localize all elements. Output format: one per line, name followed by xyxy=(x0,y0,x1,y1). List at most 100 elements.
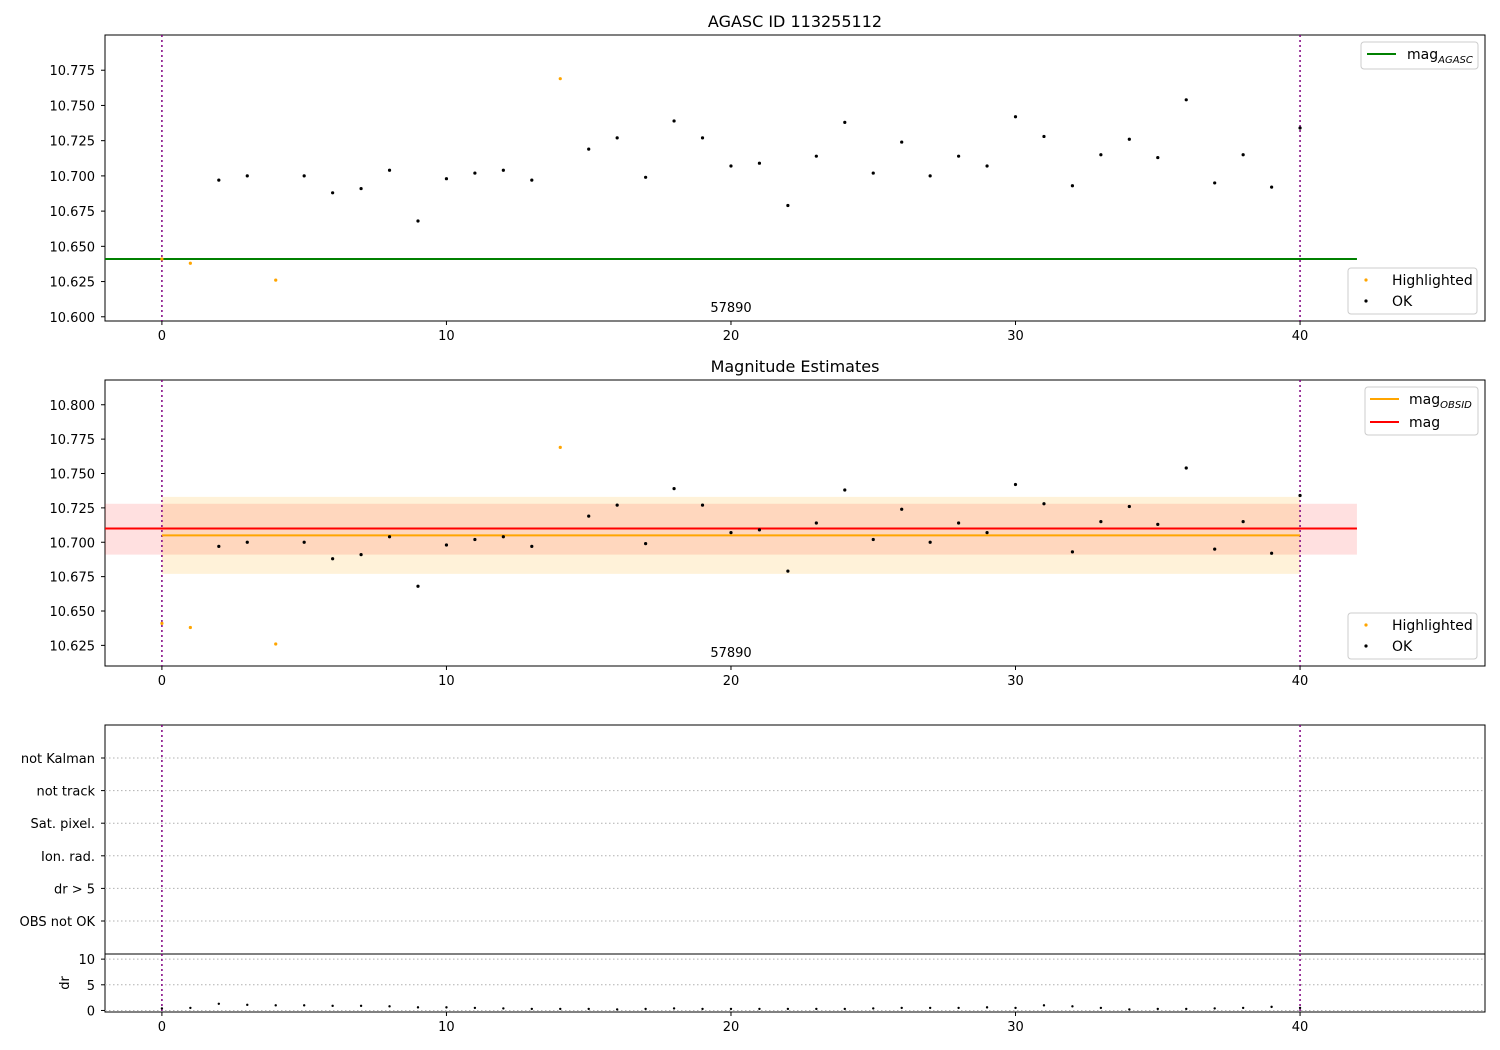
ok-point xyxy=(587,514,591,518)
ok-point xyxy=(644,542,648,546)
dr-point xyxy=(1298,1006,1302,1010)
y-tick-label: 10.675 xyxy=(50,205,96,220)
ok-point xyxy=(928,540,932,544)
ok-point xyxy=(1241,153,1245,157)
ok-point xyxy=(1042,134,1046,139)
ok-point xyxy=(302,540,306,544)
ok-point xyxy=(672,487,676,491)
dr-point xyxy=(1042,1004,1046,1007)
y-tick-label: 10.600 xyxy=(50,311,96,326)
panel-magnitude-estimates: Magnitude Estimates 57890 0 10 20 30 40 10.62… xyxy=(50,357,1486,689)
ok-point xyxy=(530,544,534,548)
legend-label: Highlighted xyxy=(1392,273,1473,289)
dr-point xyxy=(217,1002,221,1005)
highlighted-point xyxy=(188,625,192,630)
ok-point xyxy=(1127,504,1131,509)
dr-point xyxy=(1099,1006,1103,1010)
dr-point xyxy=(530,1007,534,1011)
dr-point xyxy=(1241,1006,1245,1010)
dr-point xyxy=(189,1006,192,1010)
ok-point xyxy=(985,164,989,168)
y-tick-label: 10.775 xyxy=(50,433,96,448)
dr-point xyxy=(587,1007,590,1011)
dr-point xyxy=(615,1008,619,1011)
dr-point xyxy=(331,1004,334,1008)
y-tick-label: 10.725 xyxy=(50,135,96,150)
highlighted-point xyxy=(160,621,164,625)
dr-point xyxy=(729,1007,733,1011)
ok-point xyxy=(900,507,904,511)
dr-point xyxy=(1270,1005,1273,1009)
ok-point xyxy=(729,164,733,168)
ok-point xyxy=(814,521,818,525)
dr-point xyxy=(1213,1007,1216,1010)
x-tick-label: 20 xyxy=(723,674,740,689)
ok-point xyxy=(416,219,420,223)
x-tick-label: 20 xyxy=(723,1020,740,1035)
dr-point xyxy=(843,1007,846,1011)
flag-label: Ion. rad. xyxy=(41,850,95,865)
dr-point xyxy=(388,1005,391,1008)
flag-label: Sat. pixel. xyxy=(31,817,95,832)
ok-point xyxy=(331,557,335,561)
y-tick-label: 10.800 xyxy=(50,399,96,414)
dr-point xyxy=(473,1006,477,1010)
y-tick-label: 0 xyxy=(87,1004,95,1019)
ok-point xyxy=(473,537,477,542)
ok-point xyxy=(900,140,904,144)
legend-label: OK xyxy=(1392,294,1413,310)
x-tick-label: 40 xyxy=(1292,674,1309,689)
x-tick-label: 30 xyxy=(1007,329,1024,344)
flag-label: OBS not OK xyxy=(20,915,96,930)
ok-point xyxy=(1099,153,1103,157)
ok-point xyxy=(473,171,477,175)
x-tick-label: 40 xyxy=(1292,1020,1309,1035)
ok-point xyxy=(1213,181,1217,185)
ok-point xyxy=(957,521,961,525)
dr-point xyxy=(274,1004,277,1007)
ok-point xyxy=(245,174,249,178)
ok-point xyxy=(501,168,505,172)
ok-point xyxy=(1013,482,1018,487)
y-tick-label: 10.625 xyxy=(50,639,96,654)
ok-point xyxy=(1127,137,1131,141)
ok-point xyxy=(359,186,363,191)
y-tick-label: 10.700 xyxy=(50,536,96,551)
ok-point xyxy=(1241,520,1245,524)
ok-point xyxy=(331,191,335,195)
ok-point xyxy=(444,177,449,181)
ok-point xyxy=(928,174,932,178)
ok-point xyxy=(757,528,762,532)
dr-point xyxy=(872,1007,875,1010)
dr-point xyxy=(1156,1007,1159,1011)
ok-point xyxy=(871,537,875,542)
y-tick-label: 10.725 xyxy=(50,502,96,517)
y-tick-label: 5 xyxy=(87,979,95,994)
legend-line-label: mag xyxy=(1409,415,1440,431)
x-tick-label: 0 xyxy=(158,329,166,344)
x-tick-label: 30 xyxy=(1007,1020,1024,1035)
panel-1-annotation: 57890 xyxy=(710,301,751,316)
ok-point xyxy=(530,178,534,182)
ok-point xyxy=(217,178,221,182)
dr-point xyxy=(672,1007,676,1010)
ok-point xyxy=(501,535,505,539)
legend-marker xyxy=(1364,278,1368,282)
ok-point xyxy=(1213,547,1217,551)
dr-point xyxy=(1128,1008,1131,1011)
ok-point xyxy=(1269,185,1274,189)
ok-point xyxy=(786,569,790,573)
ok-point xyxy=(217,544,221,548)
x-tick-label: 30 xyxy=(1007,674,1024,689)
panel-4-frame xyxy=(104,953,1486,1013)
ok-point xyxy=(644,175,648,179)
dr-point xyxy=(701,1007,704,1011)
figure-canvas: AGASC ID 113255112 57890 0 10 20 30 40 10.600… xyxy=(20,12,1486,1035)
ok-point xyxy=(387,535,392,539)
x-tick-label: 10 xyxy=(438,1020,455,1035)
dr-point xyxy=(815,1007,818,1011)
ok-point xyxy=(672,119,676,123)
highlighted-point xyxy=(274,642,278,646)
highlighted-point xyxy=(558,445,562,449)
panel-1-title: AGASC ID 113255112 xyxy=(708,12,882,31)
